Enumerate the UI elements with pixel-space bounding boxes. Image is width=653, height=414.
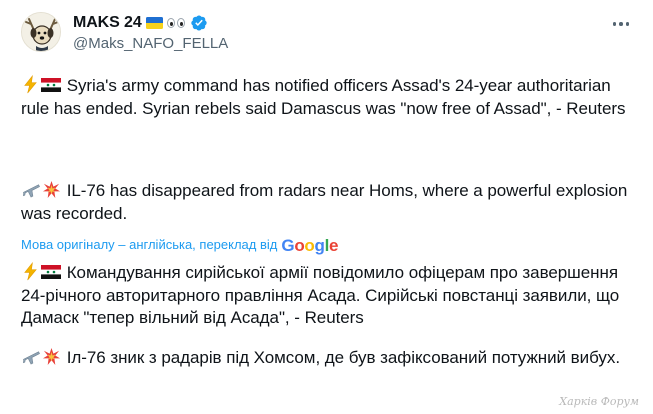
eyes-icon <box>176 18 185 28</box>
display-name[interactable]: MAKS 24 <box>73 14 142 32</box>
translation-label[interactable]: Мова оригіналу – англійська, переклад ві… <box>21 237 277 252</box>
post-original-paragraph-2: IL-76 has disappeared from radars near H… <box>21 180 641 225</box>
more-dot <box>619 22 623 26</box>
syria-flag-icon <box>41 78 61 92</box>
collision-icon <box>42 180 61 199</box>
nafo-dog-avatar-icon <box>22 13 60 51</box>
author-handle[interactable]: @Maks_NAFO_FELLA <box>73 35 228 52</box>
google-logo: Google <box>281 236 339 255</box>
post-text: Командування сирійської армії повідомило… <box>21 263 620 327</box>
author-name-row: MAKS 24 <box>73 12 208 34</box>
avatar[interactable] <box>21 12 61 52</box>
airplane-icon <box>22 184 40 198</box>
post-text: Syria's army command has notified office… <box>21 76 626 118</box>
more-options-button[interactable] <box>609 16 633 32</box>
ukraine-flag-icon <box>145 17 163 29</box>
translation-attribution[interactable]: Мова оригіналу – англійська, переклад ві… <box>21 236 339 255</box>
collision-icon <box>42 347 61 366</box>
post-translated-paragraph-2: Іл-76 зник з радарів під Хомсом, де був … <box>21 347 641 370</box>
watermark: Харків Форум <box>559 395 639 408</box>
post-text: IL-76 has disappeared from radars near H… <box>21 181 628 223</box>
verified-badge-icon[interactable] <box>190 14 208 32</box>
post-translated-paragraph-1: Командування сирійської армії повідомило… <box>21 262 641 330</box>
more-dot <box>625 22 630 26</box>
lightning-icon <box>24 75 37 94</box>
syria-flag-icon <box>41 265 61 279</box>
eyes-icon <box>166 18 175 28</box>
tweet-card: MAKS 24 @Maks_NAFO_FELLA Syria's army co… <box>0 0 653 414</box>
more-dot <box>612 22 617 26</box>
lightning-icon <box>24 262 37 281</box>
post-original-paragraph-1: Syria's army command has notified office… <box>21 75 641 120</box>
airplane-icon <box>22 351 40 365</box>
post-text: Іл-76 зник з радарів під Хомсом, де був … <box>66 348 620 367</box>
